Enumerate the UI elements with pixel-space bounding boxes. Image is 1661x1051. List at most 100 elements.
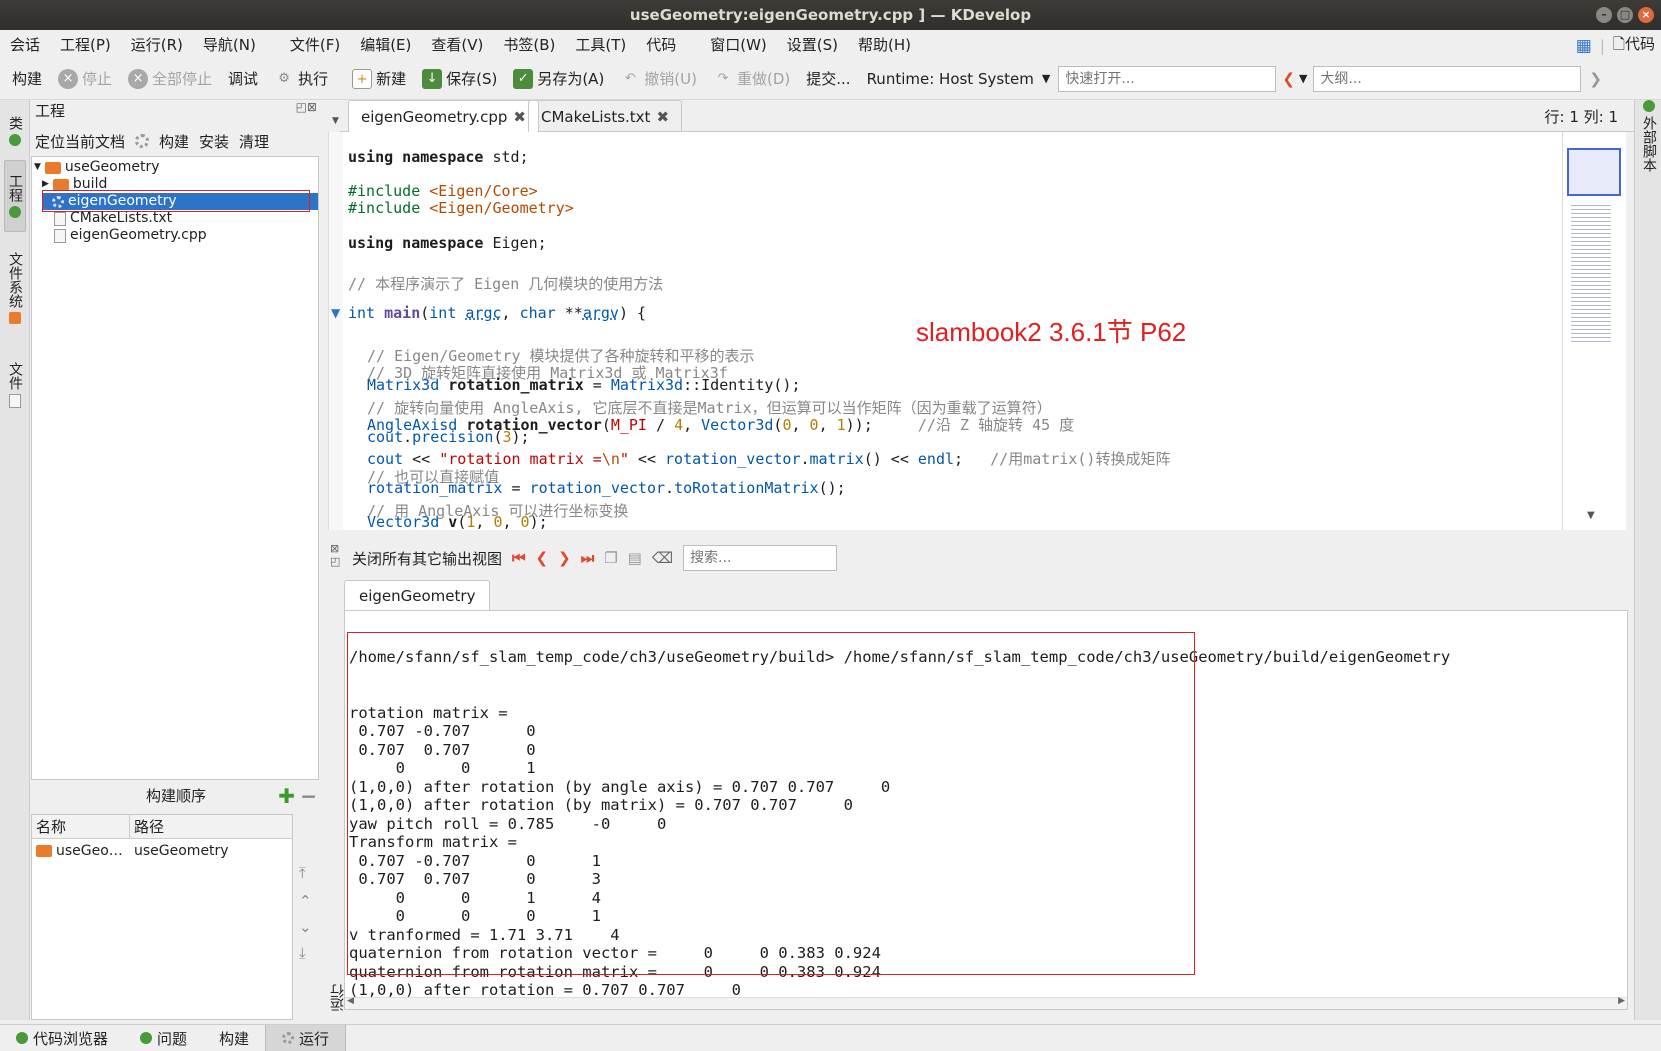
project-clean-button[interactable]: 清理: [239, 131, 269, 152]
select-all-icon[interactable]: ▤: [628, 549, 642, 567]
minimap-viewport[interactable]: [1567, 148, 1621, 196]
menu-bookmarks[interactable]: 书签(B): [493, 34, 565, 55]
move-down-icon[interactable]: ⌄: [299, 918, 312, 936]
output-view[interactable]: /home/sfann/sf_slam_temp_code/ch3/useGeo…: [344, 610, 1628, 1010]
folder-icon: [9, 312, 21, 324]
tab-code-browser[interactable]: 代码浏览器: [0, 1028, 124, 1049]
maximize-icon[interactable]: □: [1617, 7, 1633, 23]
tab-classes[interactable]: 类: [4, 116, 26, 146]
project-install-button[interactable]: 安装: [199, 131, 229, 152]
first-item-icon[interactable]: ⏮: [512, 549, 526, 567]
classes-icon: [9, 134, 21, 146]
execute-button[interactable]: ⚙ 执行: [266, 68, 336, 89]
add-icon[interactable]: ✚: [278, 780, 295, 812]
editor-gutter: [329, 132, 343, 530]
column-path[interactable]: 路径: [130, 815, 164, 838]
window-titlebar: useGeometry:eigenGeometry.cpp ] — KDevel…: [0, 0, 1661, 30]
tab-eigengeometry-cpp[interactable]: eigenGeometry.cpp ✖: [348, 100, 539, 132]
menu-view[interactable]: 查看(V): [421, 34, 493, 55]
build-order-table: 名称 路径 useGeo… useGeometry: [31, 814, 293, 1020]
fold-icon[interactable]: ▼: [331, 306, 340, 320]
column-name[interactable]: 名称: [32, 815, 130, 838]
new-button[interactable]: + 新建: [344, 68, 414, 89]
scroll-left-icon[interactable]: ◀: [347, 996, 354, 1006]
next-item-icon[interactable]: ❯: [558, 549, 571, 567]
panel-controls-icon[interactable]: ⊠ ◰: [330, 542, 340, 568]
close-tab-icon[interactable]: ✖: [656, 108, 669, 126]
save-as-button[interactable]: ✓ 另存为(A): [505, 68, 612, 89]
outline-input[interactable]: [1313, 65, 1582, 92]
stop-all-label: 全部停止: [152, 70, 213, 88]
code-area-button[interactable]: 🗋代码: [1613, 33, 1655, 59]
previous-item-icon[interactable]: ❮: [536, 549, 549, 567]
project-build-button[interactable]: 构建: [159, 131, 189, 152]
menu-code[interactable]: 代码: [636, 34, 686, 55]
debug-button[interactable]: 调试: [220, 68, 266, 89]
tree-item-cmakelists[interactable]: CMakeLists.txt: [54, 210, 312, 227]
toolbar-overflow-icon[interactable]: ❯: [1581, 70, 1610, 88]
tab-problems[interactable]: 问题: [124, 1028, 203, 1049]
menu-settings[interactable]: 设置(S): [777, 34, 848, 55]
clear-icon[interactable]: ⌫: [652, 549, 673, 567]
close-other-views-button[interactable]: 关闭所有其它输出视图: [352, 548, 502, 569]
tab-projects[interactable]: 工程: [4, 160, 26, 232]
menu-edit[interactable]: 编辑(E): [350, 34, 421, 55]
move-up-icon[interactable]: ⌃: [299, 892, 312, 910]
stop-all-button[interactable]: × 全部停止: [120, 68, 220, 89]
menu-run[interactable]: 运行(R): [121, 34, 193, 55]
tab-documents-label: 文件: [7, 362, 23, 390]
code-editor[interactable]: using namespace std; #include <Eigen/Cor…: [328, 132, 1568, 530]
tab-external-scripts[interactable]: 外部脚本: [1638, 100, 1660, 172]
chevron-down-icon[interactable]: ▼: [332, 116, 339, 126]
tab-documents[interactable]: 文件: [4, 362, 26, 408]
table-row[interactable]: useGeo… useGeometry: [32, 841, 292, 861]
menu-help[interactable]: 帮助(H): [848, 34, 921, 55]
horizontal-scrollbar[interactable]: ◀ ▶: [345, 996, 1627, 1009]
row-path: useGeometry: [134, 843, 229, 859]
execute-label: 执行: [298, 70, 329, 88]
last-item-icon[interactable]: ⏭: [581, 549, 595, 567]
code-minimap[interactable]: ▼: [1562, 132, 1626, 530]
locate-document-button[interactable]: 定位当前文档: [35, 131, 125, 152]
tab-cmakelists[interactable]: CMakeLists.txt ✖: [528, 100, 683, 132]
output-search-input[interactable]: [683, 545, 838, 571]
runtime-select[interactable]: Runtime: Host System ▼: [859, 70, 1059, 88]
move-top-icon[interactable]: ⤒: [299, 864, 306, 882]
tree-item-cpp-file[interactable]: eigenGeometry.cpp: [54, 227, 312, 244]
redo-button[interactable]: ↷ 重做(D): [705, 68, 798, 89]
grid-icon[interactable]: ▦: [1576, 36, 1592, 56]
chevron-down-icon: ▼: [1041, 72, 1051, 85]
output-tab[interactable]: eigenGeometry: [344, 580, 491, 610]
stop-button[interactable]: × 停止: [50, 68, 120, 89]
code-area-label: 代码: [1624, 35, 1655, 53]
menu-file[interactable]: 文件(F): [280, 34, 350, 55]
problems-label: 问题: [157, 1029, 188, 1048]
undo-button[interactable]: ↶ 撤销(U): [612, 68, 705, 89]
cursor-position: 行: 1 列: 1: [1544, 108, 1619, 126]
menu-navigate[interactable]: 导航(N): [193, 34, 266, 55]
close-tab-icon[interactable]: ✖: [513, 108, 526, 126]
tab-filesystem[interactable]: 文件系统: [4, 252, 26, 324]
menu-project[interactable]: 工程(P): [50, 34, 121, 55]
remove-icon[interactable]: −: [300, 780, 317, 812]
navigate-back-button[interactable]: ❮ ▼: [1276, 70, 1313, 88]
copy-icon[interactable]: ❐: [604, 549, 617, 567]
quick-open-input[interactable]: [1058, 65, 1277, 92]
tree-item-project[interactable]: ▼ useGeometry: [34, 159, 314, 176]
tab-run[interactable]: 运行: [265, 1024, 347, 1051]
panel-controls-icon[interactable]: ◰⊠: [296, 100, 317, 114]
tab-build[interactable]: 构建: [203, 1028, 265, 1049]
commit-button[interactable]: 提交...: [798, 68, 858, 89]
scroll-down-icon[interactable]: ▼: [1587, 510, 1595, 521]
move-bottom-icon[interactable]: ⤓: [299, 944, 306, 962]
scroll-right-icon[interactable]: ▶: [1618, 996, 1625, 1006]
save-button[interactable]: ↓ 保存(S): [414, 68, 505, 89]
menu-window[interactable]: 窗口(W): [700, 34, 777, 55]
close-icon[interactable]: ×: [1638, 7, 1654, 23]
code-line: Matrix3d rotation_matrix = Matrix3d::Ide…: [367, 376, 801, 394]
build-button[interactable]: 构建: [4, 68, 50, 89]
run-side-label[interactable]: 运行: [328, 984, 346, 1012]
minimize-icon[interactable]: –: [1596, 7, 1612, 23]
menu-session[interactable]: 会话: [0, 34, 50, 55]
menu-tools[interactable]: 工具(T): [565, 34, 636, 55]
